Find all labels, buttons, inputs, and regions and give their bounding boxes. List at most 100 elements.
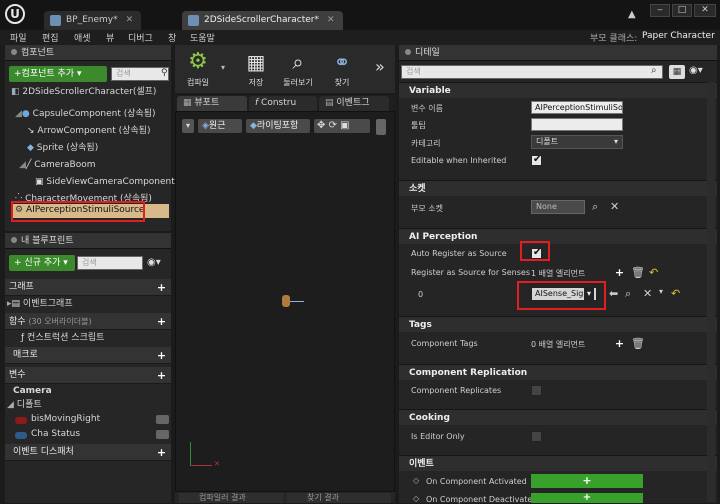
components-panel: 컴포넌트 +컴포넌트 추가 ▾ 검색 ⚲ ◧ 2DSideScrollerCha… [5,45,175,231]
variable-chastatus[interactable]: Cha Status [31,426,80,443]
maximize-button[interactable]: □ [672,4,692,17]
replicates-checkbox[interactable] [531,385,542,396]
graph-category[interactable]: 그래프 [5,279,171,296]
add-component-button[interactable]: +컴포넌트 추가 ▾ [9,66,107,82]
use-selected-arrow-icon[interactable]: ⬅ [609,287,618,300]
notification-icon[interactable]: ▲ [628,9,640,20]
construction-script-item[interactable]: ƒ 컨스트럭션 스크립트 [21,330,104,347]
add-function-plus-icon[interactable]: + [156,316,167,327]
section-events[interactable]: 이벤트 [399,455,717,471]
tab-event-graph[interactable]: ▤ 이벤트그 [319,96,389,111]
lit-mode-button[interactable]: ◆라이팅포함 [246,119,310,133]
editor-only-checkbox[interactable] [531,431,542,442]
reset-arrow-icon[interactable]: ↶ [671,287,680,300]
category-dropdown[interactable]: 디폴트 ▾ [531,135,623,149]
menu-debug[interactable]: 디버그 [128,31,153,44]
perspective-button[interactable]: ◈원근 [198,119,242,133]
details-search-input[interactable]: 검색 [401,65,663,79]
section-replication[interactable]: Component Replication [399,364,717,380]
details-scrollbar[interactable] [707,82,715,502]
add-event-deactivated-button[interactable]: + [531,493,643,503]
trash-icon[interactable]: 🗑 [631,337,645,350]
tab-compiler-results[interactable]: 컴파일러 결과 [179,493,283,503]
viewport-options-chevron-icon[interactable]: ▾ [182,119,194,133]
close-icon[interactable]: ✕ [327,15,335,25]
move-icon[interactable]: ✥ [317,120,325,131]
add-variable-plus-icon[interactable]: + [156,370,167,381]
variables-category[interactable]: 변수 [5,367,171,384]
menu-file[interactable]: 파일 [10,31,27,44]
eye-icon[interactable]: ◉▾ [689,65,703,76]
scale-icon[interactable]: ▣ [340,120,349,131]
component-arrow[interactable]: ↘ ArrowComponent (상속됨) [27,123,150,140]
section-cooking[interactable]: Cooking [399,409,717,425]
event-graph-item[interactable]: ▸▤ 이벤트그래프 [7,296,73,313]
search-socket-icon[interactable]: ⌕ [592,200,598,214]
transform-tools[interactable]: ✥ ⟳ ▣ [314,119,370,133]
component-sprite[interactable]: ◆ Sprite (상속됨) [27,140,98,157]
close-icon[interactable]: ✕ [126,15,134,25]
add-element-plus-icon[interactable]: + [614,267,625,278]
section-tags[interactable]: Tags [399,316,717,332]
visibility-toggle-icon[interactable] [156,415,169,424]
tab-construction[interactable]: f Constru [249,96,317,111]
tab-viewport[interactable]: ▦ 뷰포트 [177,96,247,111]
find-button[interactable]: ⚭ 찾기 [321,47,363,95]
tooltip-input[interactable] [531,118,623,131]
component-self[interactable]: ◧ 2DSideScrollerCharacter(셀프) [11,84,156,101]
viewport-canvas[interactable]: ▾ ◈원근 ◆라이팅포함 ✥ ⟳ ▣ ✕ [175,111,395,492]
var-name-input[interactable]: AIPerceptionStimuliSou [531,101,623,114]
tab-bp-enemy[interactable]: BP_Enemy* ✕ [44,11,142,30]
add-tag-plus-icon[interactable]: + [614,338,625,349]
viewport-scroll-handle[interactable] [376,119,386,135]
menu-help[interactable]: 도움말 [190,31,215,44]
rotate-icon[interactable]: ⟳ [329,120,337,131]
register-senses-count: 1 배열 엘리먼트 [531,269,586,278]
element-options-chevron-icon[interactable]: ▾ [659,287,663,296]
compile-options-chevron-icon[interactable]: ▾ [221,63,225,72]
components-icon [11,49,17,55]
menu-window[interactable]: 창 [168,31,176,44]
add-new-button[interactable]: + 신규 추가 ▾ [9,255,75,271]
component-capsule[interactable]: ◢● CapsuleComponent (상속됨) [15,106,156,123]
component-sideviewcamera[interactable]: ▣ SideViewCameraComponent [35,174,175,191]
menu-view[interactable]: 뷰 [106,31,114,44]
eye-icon[interactable]: ◉▾ [147,257,161,268]
editable-inherited-label: Editable when Inherited [411,156,507,165]
tab-find-results[interactable]: 찾기 결과 [287,493,391,503]
save-button[interactable]: ▦ 저장 [235,47,277,95]
viewport-icon: ▦ [183,98,192,108]
component-cameraboom[interactable]: ◢╱ CameraBoom [19,157,96,174]
blueprint-search-input[interactable]: 검색 [77,256,143,270]
visibility-toggle-icon[interactable] [156,430,169,439]
editable-inherited-checkbox[interactable] [531,154,542,166]
toolbar-overflow-button[interactable]: » [375,57,385,76]
add-dispatcher-plus-icon[interactable]: + [156,447,167,458]
section-ai-perception[interactable]: AI Perception [399,228,717,244]
search-icon: ⌕ [651,65,657,76]
parent-class-value[interactable]: Paper Character [642,31,715,41]
clear-icon[interactable]: ✕ [643,287,652,300]
close-window-button[interactable]: ✕ [694,4,716,17]
tab-2dsidescroller[interactable]: 2DSideScrollerCharacter* ✕ [182,11,343,30]
add-event-activated-button[interactable]: + [531,474,643,488]
compile-button[interactable]: ⚙ 컴파일 [177,47,219,95]
minimize-button[interactable]: ‒ [650,4,670,17]
macro-category[interactable]: 매크로 [5,347,171,364]
clear-icon[interactable]: ✕ [610,200,619,213]
reset-arrow-icon[interactable]: ↶ [649,266,658,279]
parent-socket-value[interactable]: None [531,200,585,214]
view-grid-icon[interactable]: ▦ [669,65,685,79]
menu-edit[interactable]: 편집 [42,31,59,44]
details-header: 디테일 [399,45,717,61]
section-variable[interactable]: Variable [399,82,717,98]
menu-asset[interactable]: 애셋 [74,31,91,44]
browse-button[interactable]: ⌕ 둘러보기 [277,47,319,95]
trash-icon[interactable]: 🗑 [631,266,645,279]
browse-icon[interactable]: ⌕ [625,287,631,301]
section-socket[interactable]: 소켓 [399,180,717,196]
functions-category[interactable]: 함수 (30 오버라이더블) [5,313,171,330]
event-dispatcher-category[interactable]: 이벤트 디스패처 [5,444,171,461]
add-graph-plus-icon[interactable]: + [156,282,167,293]
add-macro-plus-icon[interactable]: + [156,350,167,361]
